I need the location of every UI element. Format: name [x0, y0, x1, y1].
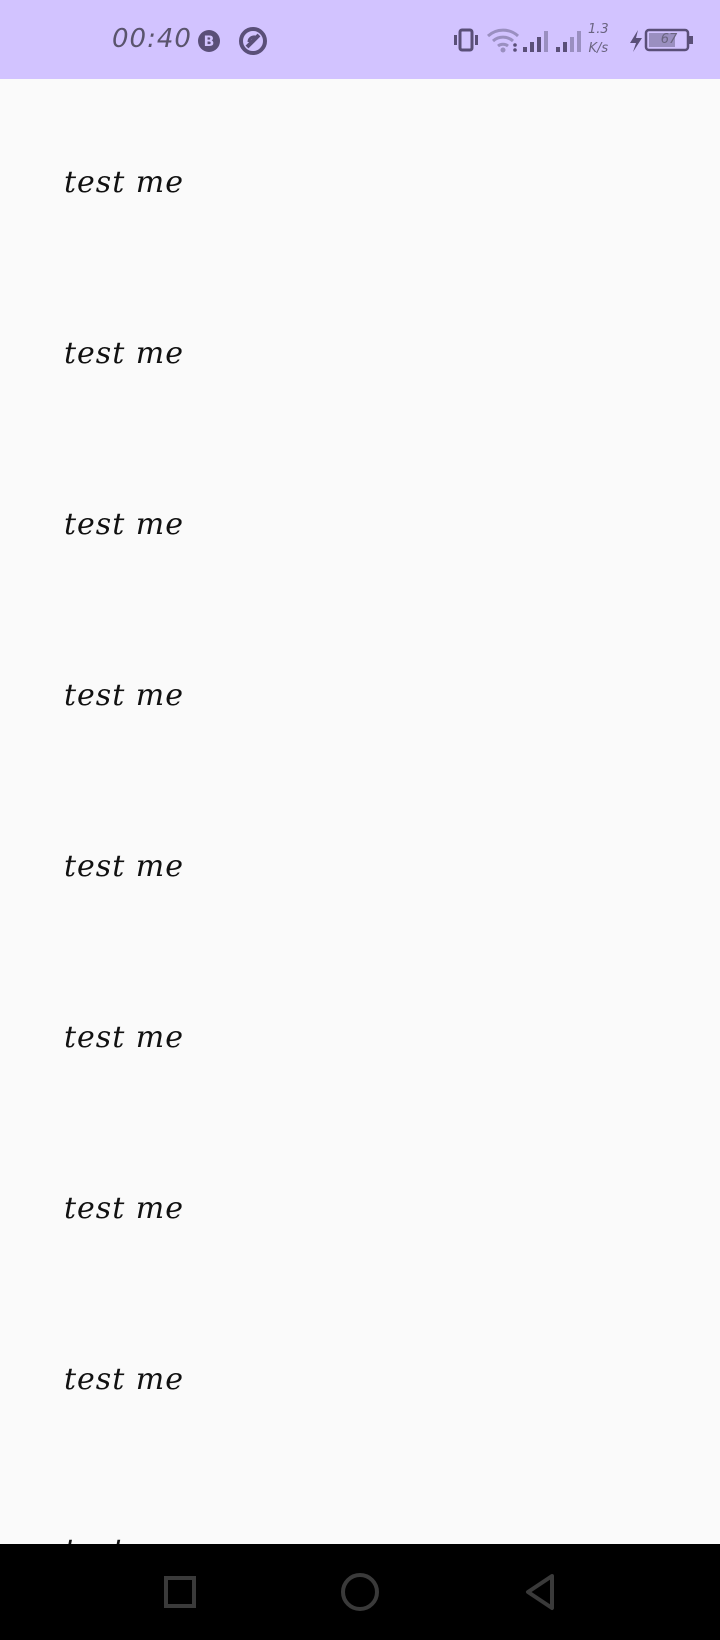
- list-item-label: test me: [64, 1020, 184, 1055]
- list-item-label: test me: [64, 1191, 184, 1226]
- vibrate-icon: [454, 28, 478, 52]
- battery-level: 67: [660, 32, 678, 47]
- sync-blocked-icon: [239, 27, 267, 55]
- network-speed-value: 1.3: [588, 22, 609, 37]
- list-item[interactable]: test me: [0, 421, 720, 592]
- signal-strength-2-icon: [556, 31, 581, 52]
- list-item[interactable]: test me: [0, 1447, 720, 1544]
- list-item[interactable]: test me: [0, 592, 720, 763]
- navigation-bar: [0, 1544, 720, 1640]
- svg-text:B: B: [204, 34, 215, 50]
- list-item[interactable]: test me: [0, 79, 720, 250]
- status-bar: 00:40 B 1.3 K/s 67: [0, 0, 720, 79]
- back-triangle-icon[interactable]: [512, 1564, 568, 1620]
- list-item-label: test me: [64, 507, 184, 542]
- signal-strength-icon: [523, 31, 548, 52]
- list-item[interactable]: test me: [0, 1105, 720, 1276]
- list-item-label: test me: [64, 849, 184, 884]
- network-speed-unit: K/s: [588, 41, 609, 56]
- list-container[interactable]: test me test me test me test me test me …: [0, 79, 720, 1544]
- list-item-label: test me: [64, 336, 184, 371]
- list-item[interactable]: test me: [0, 250, 720, 421]
- home-circle-icon[interactable]: [332, 1564, 388, 1620]
- recents-square-icon[interactable]: [152, 1564, 208, 1620]
- list-item-label: test me: [64, 1533, 184, 1544]
- network-speed: 1.3 K/s: [588, 20, 609, 58]
- list-item-label: test me: [64, 678, 184, 713]
- wifi-icon: [486, 28, 520, 53]
- list-item[interactable]: test me: [0, 763, 720, 934]
- list-item-label: test me: [64, 1362, 184, 1397]
- b-badge-icon: B: [198, 30, 220, 52]
- status-time: 00:40: [112, 24, 192, 54]
- list-item-label: test me: [64, 165, 184, 200]
- list-item[interactable]: test me: [0, 1276, 720, 1447]
- list-item[interactable]: test me: [0, 934, 720, 1105]
- charging-bolt-icon: [630, 30, 642, 52]
